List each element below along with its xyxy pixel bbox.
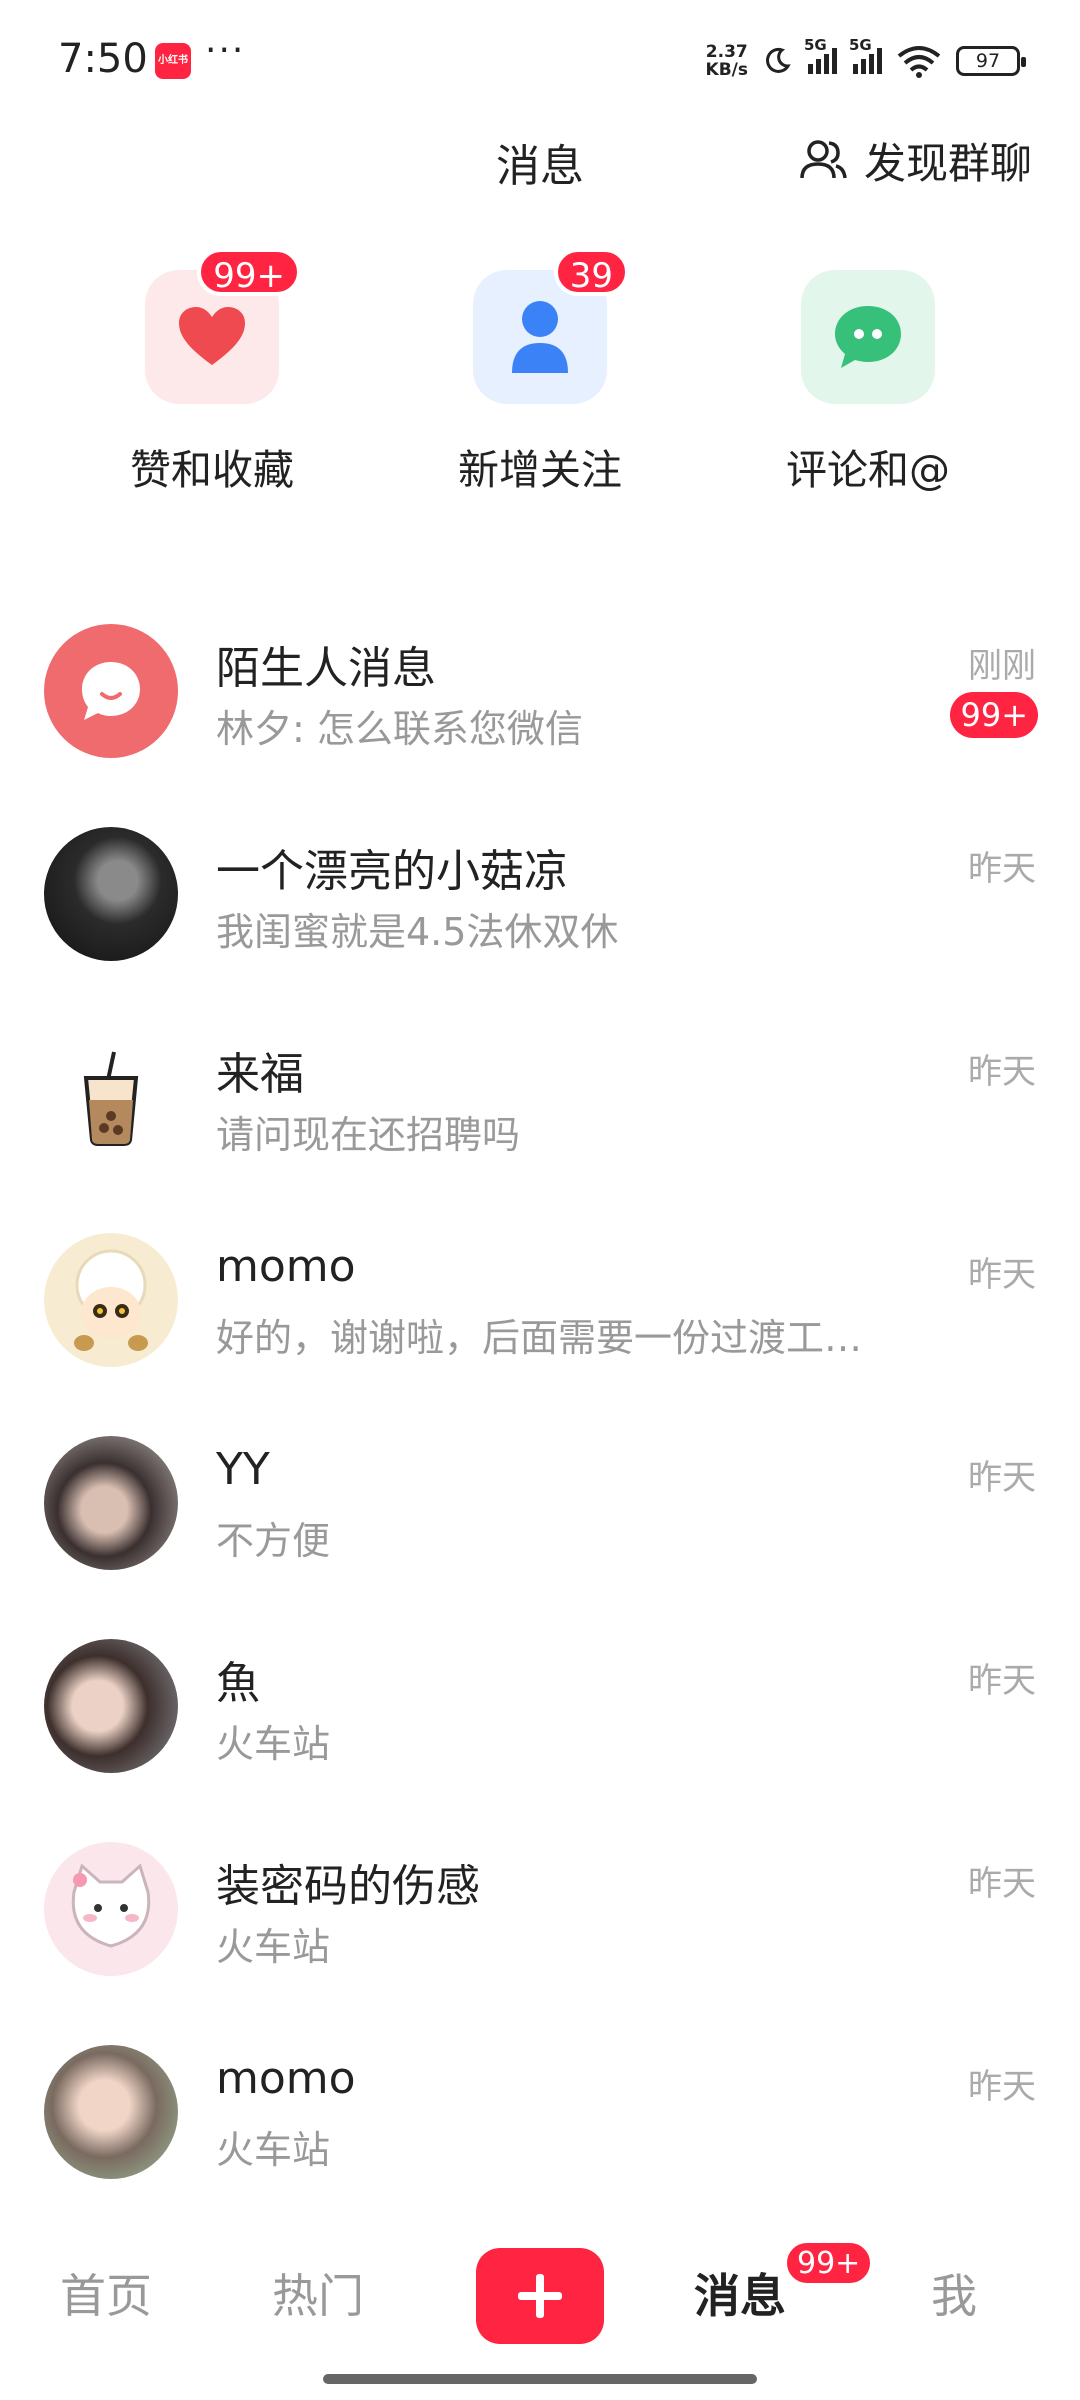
conversation-name: 魚 <box>216 1658 260 1709</box>
signal-1-label: 5G <box>804 36 827 54</box>
signal-1-icon: 5G <box>804 36 837 74</box>
bottom-navigation: 首页 热门 消息 99+ 我 <box>0 2230 1080 2360</box>
conversation-time: 昨天 <box>968 1458 1036 1498</box>
battery-icon: 97 <box>956 46 1026 76</box>
list-item[interactable]: 来福 请问现在还招聘吗 昨天 <box>0 1018 1080 1221</box>
cat-avatar <box>44 1842 178 1976</box>
conversation-time: 昨天 <box>968 1864 1036 1904</box>
conversation-preview: 我闺蜜就是4.5法休双休 <box>216 910 619 954</box>
signal-2-label: 5G <box>849 36 872 54</box>
conversation-preview: 请问现在还招聘吗 <box>216 1113 521 1157</box>
conversation-name: momo <box>216 1241 356 1292</box>
nav-home[interactable]: 首页 <box>36 2260 176 2326</box>
network-speed-value: 2.37 <box>705 42 748 62</box>
followers-badge: 39 <box>553 248 629 296</box>
conversation-preview: 火车站 <box>216 2128 331 2172</box>
chat-bubble-icon <box>835 306 901 368</box>
comments-label: 评论和@ <box>786 446 950 494</box>
conversation-time: 昨天 <box>968 1052 1036 1092</box>
sheep-icon <box>74 1249 148 1351</box>
list-item[interactable]: 陌生人消息 林夕: 怎么联系您微信 刚刚 99+ <box>0 612 1080 815</box>
status-bar: 7:50 小红书 ··· 2.37 KB/s 5G 5G 97 <box>0 0 1080 120</box>
conversation-time: 昨天 <box>968 849 1036 889</box>
signal-2-icon: 5G <box>849 36 882 74</box>
nav-me[interactable]: 我 <box>884 2260 1024 2326</box>
cat-icon <box>71 1863 151 1948</box>
user-avatar <box>44 827 178 961</box>
discover-group-chat-button[interactable]: 发现群聊 <box>796 130 1032 191</box>
followers-label: 新增关注 <box>458 446 622 494</box>
conversation-time: 昨天 <box>968 2067 1036 2107</box>
conversation-name: 装密码的伤感 <box>216 1861 480 1912</box>
conversation-time: 昨天 <box>968 1255 1036 1295</box>
conversation-preview: 林夕: 怎么联系您微信 <box>216 707 583 751</box>
heart-icon <box>179 307 245 365</box>
likes-badge: 99+ <box>197 248 301 296</box>
bubble-tea-avatar <box>44 1030 178 1164</box>
discover-label: 发现群聊 <box>863 139 1032 188</box>
status-time: 7:50 <box>58 36 148 82</box>
app-notification-icon: 小红书 <box>155 43 191 79</box>
network-speed-unit: KB/s <box>705 60 748 80</box>
group-people-icon <box>800 139 847 178</box>
user-avatar <box>44 2045 178 2179</box>
likes-icon-container: 99+ <box>145 248 301 404</box>
list-item[interactable]: 装密码的伤感 火车站 昨天 <box>0 1830 1080 2033</box>
nav-hot[interactable]: 热门 <box>248 2260 388 2326</box>
home-indicator[interactable] <box>323 2374 757 2384</box>
nav-messages-badge: 99+ <box>784 2240 874 2286</box>
stranger-messages-avatar <box>44 624 178 758</box>
quick-actions: 99+ 赞和收藏 39 新增关注 评论和@ <box>0 248 1080 510</box>
conversation-name: 来福 <box>216 1049 304 1100</box>
do-not-disturb-icon <box>766 47 791 73</box>
followers-icon-container: 39 <box>473 248 629 404</box>
conversation-name: 陌生人消息 <box>216 643 436 694</box>
conversation-list: 陌生人消息 林夕: 怎么联系您微信 刚刚 99+ 一个漂亮的小菇凉 我闺蜜就是4… <box>0 612 1080 2236</box>
unread-badge: 99+ <box>950 692 1038 738</box>
status-indicators: 2.37 KB/s 5G 5G 97 <box>706 36 1026 84</box>
new-followers-button[interactable]: 39 新增关注 <box>420 248 660 496</box>
conversation-name: momo <box>216 2053 356 2104</box>
list-item[interactable]: momo 好的，谢谢啦，后面需要一份过渡工… 昨天 <box>0 1221 1080 1424</box>
create-post-button[interactable] <box>476 2248 604 2344</box>
user-avatar <box>44 1639 178 1773</box>
chat-bubble-icon <box>82 662 140 720</box>
conversation-name: YY <box>216 1444 270 1495</box>
conversation-preview: 不方便 <box>216 1519 331 1563</box>
conversation-preview: 火车站 <box>216 1925 331 1969</box>
bubble-tea-icon <box>83 1051 139 1146</box>
conversation-name: 一个漂亮的小菇凉 <box>216 846 568 897</box>
list-item[interactable]: YY 不方便 昨天 <box>0 1424 1080 1627</box>
conversation-preview: 好的，谢谢啦，后面需要一份过渡工… <box>216 1316 863 1360</box>
plus-icon <box>518 2274 562 2318</box>
list-item[interactable]: 一个漂亮的小菇凉 我闺蜜就是4.5法休双休 昨天 <box>0 815 1080 1018</box>
wifi-icon <box>897 46 941 78</box>
conversation-time: 刚刚 <box>968 646 1036 686</box>
comments-and-mentions-button[interactable]: 评论和@ <box>748 270 988 496</box>
sheep-avatar <box>44 1233 178 1367</box>
list-item[interactable]: 魚 火车站 昨天 <box>0 1627 1080 1830</box>
conversation-preview: 火车站 <box>216 1722 331 1766</box>
person-icon <box>512 301 568 373</box>
more-notifications-icon: ··· <box>205 30 246 71</box>
list-item[interactable]: momo 火车站 昨天 <box>0 2033 1080 2236</box>
comments-icon-container <box>801 270 935 404</box>
likes-label: 赞和收藏 <box>130 446 294 494</box>
likes-and-collections-button[interactable]: 99+ 赞和收藏 <box>92 248 332 496</box>
user-avatar <box>44 1436 178 1570</box>
network-speed: 2.37 KB/s <box>706 43 748 79</box>
conversation-time: 昨天 <box>968 1661 1036 1701</box>
